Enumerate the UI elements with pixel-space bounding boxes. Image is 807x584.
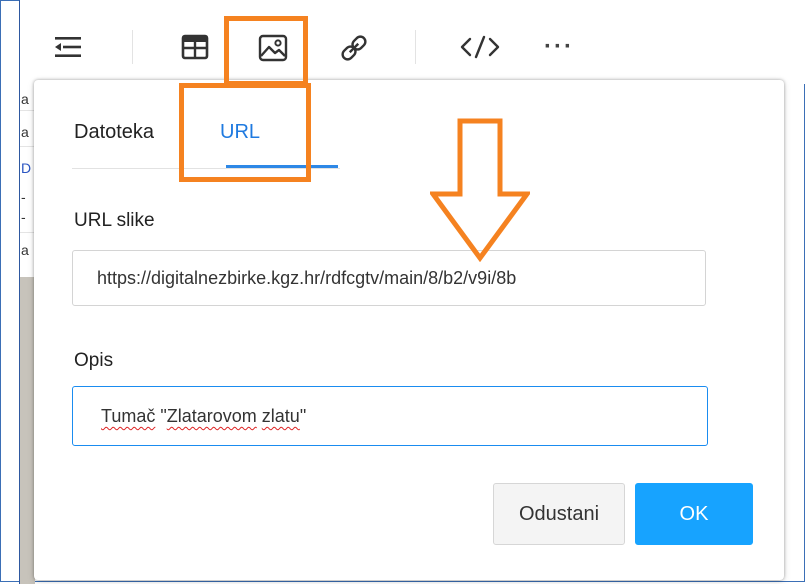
editor-content-edge: a a D - - a xyxy=(20,84,35,584)
more-icon[interactable]: ··· xyxy=(537,28,581,66)
editor-text-fragment: a xyxy=(21,242,29,258)
editor-text-fragment: a xyxy=(21,91,29,107)
tab-file[interactable]: Datoteka xyxy=(74,118,154,170)
editor-rule xyxy=(20,110,35,111)
toolbar-separator xyxy=(132,30,133,64)
editor-text-fragment: - xyxy=(21,209,26,225)
editor-image-edge xyxy=(20,277,35,584)
link-icon[interactable] xyxy=(332,28,376,68)
editor-link-fragment: D xyxy=(21,160,32,176)
image-icon[interactable] xyxy=(251,28,295,68)
insert-image-dialog: Datoteka URL URL slike Opis Tumač "Zlata… xyxy=(34,80,784,580)
editor-rule xyxy=(20,146,35,147)
editor-rule xyxy=(20,232,35,233)
editor-text-fragment: a xyxy=(21,124,29,140)
description-field-label: Opis xyxy=(74,350,114,371)
description-value: Tumač "Zlatarovom zlatu" xyxy=(101,406,307,426)
table-icon[interactable] xyxy=(175,28,215,66)
code-icon[interactable] xyxy=(455,28,505,66)
editor-text-fragment: - xyxy=(21,189,26,205)
toolbar-separator xyxy=(415,30,416,64)
editor-toolbar: ··· xyxy=(20,0,805,84)
url-field-label: URL slike xyxy=(74,210,155,231)
more-label: ··· xyxy=(544,33,574,60)
ok-button[interactable]: OK xyxy=(635,483,753,545)
tab-url[interactable]: URL xyxy=(220,118,260,170)
active-tab-indicator xyxy=(226,165,338,168)
dialog-tabs: Datoteka URL xyxy=(72,118,340,169)
cancel-button[interactable]: Odustani xyxy=(493,483,625,545)
description-input[interactable]: Tumač "Zlatarovom zlatu" xyxy=(72,386,708,446)
url-input[interactable] xyxy=(72,250,706,306)
outdent-icon[interactable] xyxy=(48,28,88,66)
